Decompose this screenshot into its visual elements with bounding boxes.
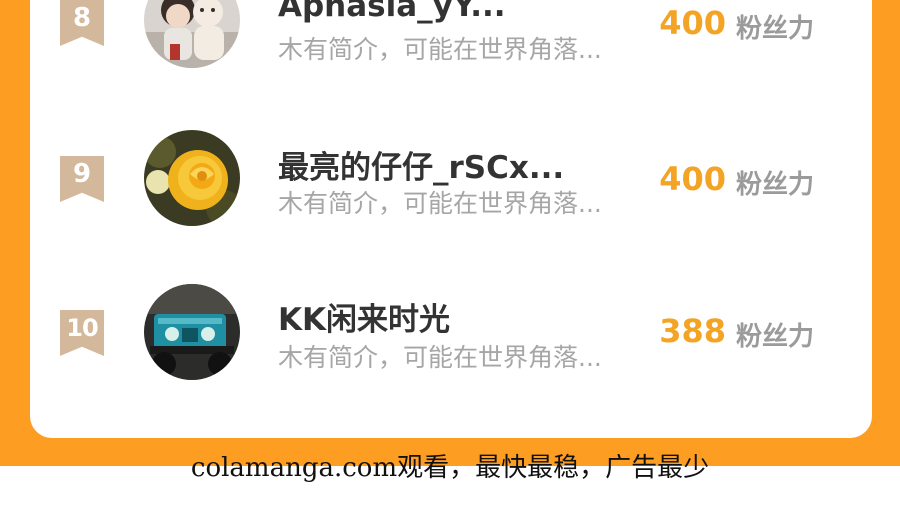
ranking-row[interactable]: 8 Aphasia_yY... 木有简介，可能在世界角落... 400 粉丝力 [30, 0, 872, 72]
fans-label: 粉丝力 [736, 170, 815, 200]
rank-number: 8 [72, 3, 92, 33]
rank-badge: 8 [60, 0, 104, 46]
user-name[interactable]: 最亮的仔仔_rSCx... [278, 142, 658, 187]
fans-value: 400 [659, 4, 726, 42]
rank-badge: 10 [60, 310, 104, 356]
fans-label: 粉丝力 [736, 322, 815, 352]
avatar-couple-illustration-icon [144, 0, 240, 68]
fans-value: 388 [659, 312, 726, 350]
ranking-card: 8 Aphasia_yY... 木有简介，可能在世界角落... 400 粉丝力 … [30, 0, 872, 438]
rank-number: 10 [66, 314, 98, 342]
fans-label: 粉丝力 [736, 14, 815, 44]
user-avatar[interactable] [144, 284, 240, 380]
user-avatar[interactable] [144, 0, 240, 68]
avatar-jeep-icon [144, 284, 240, 380]
user-bio: 木有简介，可能在世界角落... [278, 35, 602, 64]
user-name[interactable]: Aphasia_yY... [278, 0, 658, 24]
avatar-yellow-rose-icon [144, 130, 240, 226]
fans-value: 400 [659, 160, 726, 198]
rank-badge: 9 [60, 156, 104, 202]
ranking-row[interactable]: 10 KK闲来时光 木有简介，可能在世界角落... 388 粉丝力 [30, 282, 872, 382]
user-name[interactable]: KK闲来时光 [278, 294, 658, 339]
rank-number: 9 [72, 159, 92, 189]
site-footer-text: colamanga.com观看，最快最稳，广告最少 [190, 453, 710, 483]
user-bio: 木有简介，可能在世界角落... [278, 343, 602, 372]
ranking-row[interactable]: 9 最亮的仔仔_rSCx... 木有简介，可能在世界角落... 400 粉丝力 [30, 128, 872, 228]
user-bio: 木有简介，可能在世界角落... [278, 189, 602, 218]
user-avatar[interactable] [144, 130, 240, 226]
